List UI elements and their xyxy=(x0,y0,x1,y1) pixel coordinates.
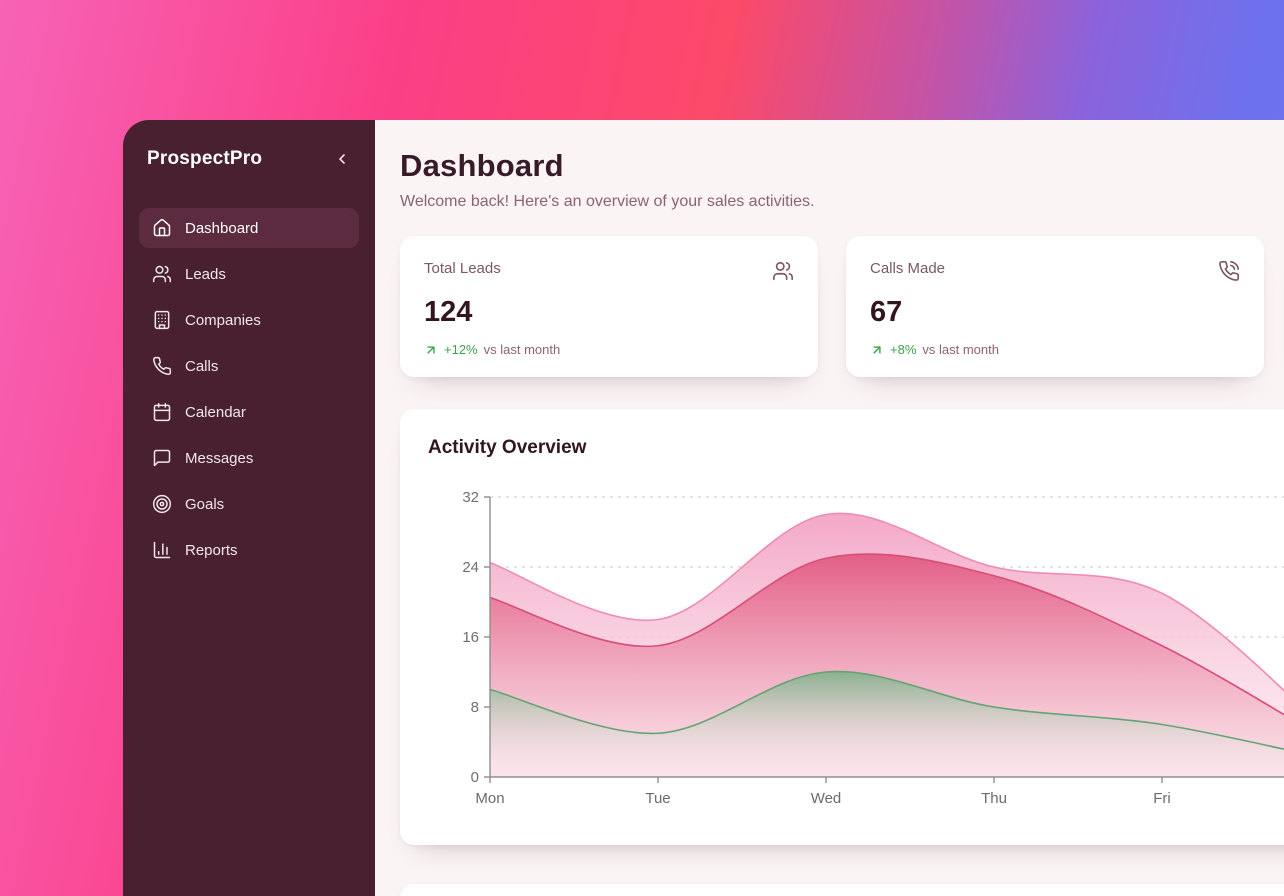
sidebar-item-goals[interactable]: Goals xyxy=(139,484,359,524)
page-title: Dashboard xyxy=(400,148,1284,184)
brand-name: ProspectPro xyxy=(147,148,262,170)
sidebar-item-calendar[interactable]: Calendar xyxy=(139,392,359,432)
sidebar-collapse-button[interactable] xyxy=(329,146,355,172)
sidebar-item-label: Messages xyxy=(185,450,253,467)
building-icon xyxy=(152,310,172,330)
bar-chart-icon xyxy=(152,540,172,560)
svg-text:16: 16 xyxy=(462,629,479,646)
phone-icon xyxy=(152,356,172,376)
svg-text:Tue: Tue xyxy=(645,790,670,807)
phone-call-icon xyxy=(1218,260,1240,287)
sidebar-item-dashboard[interactable]: Dashboard xyxy=(139,208,359,248)
stat-delta: +12% xyxy=(444,342,478,357)
sidebar-item-label: Goals xyxy=(185,496,224,513)
sidebar-item-label: Companies xyxy=(185,312,261,329)
svg-text:Thu: Thu xyxy=(981,790,1007,807)
arrow-up-right-icon xyxy=(424,343,438,357)
chart-title: Activity Overview xyxy=(428,437,1284,459)
sidebar: ProspectPro Dashboard Leads xyxy=(123,120,375,896)
svg-text:Fri: Fri xyxy=(1153,790,1171,807)
sidebar-item-leads[interactable]: Leads xyxy=(139,254,359,294)
sidebar-header: ProspectPro xyxy=(139,144,359,172)
svg-text:Wed: Wed xyxy=(811,790,842,807)
sidebar-item-messages[interactable]: Messages xyxy=(139,438,359,478)
target-icon xyxy=(152,494,172,514)
stat-label: Calls Made xyxy=(870,260,945,277)
sidebar-item-label: Dashboard xyxy=(185,220,258,237)
stat-delta-suffix: vs last month xyxy=(484,342,561,357)
sidebar-item-label: Leads xyxy=(185,266,226,283)
home-icon xyxy=(152,218,172,238)
svg-text:0: 0 xyxy=(471,769,479,786)
users-icon xyxy=(772,260,794,287)
sidebar-item-label: Calls xyxy=(185,358,218,375)
app-window: ProspectPro Dashboard Leads xyxy=(123,120,1284,896)
activity-overview-card: Activity Overview 0 8 16 24 32 Mon Tue Wed Thu Fr… xyxy=(400,409,1284,845)
sidebar-nav: Dashboard Leads Companies Calls xyxy=(139,208,359,570)
stat-card-total-leads: Total Leads 124 +12% vs last month xyxy=(400,236,818,377)
activity-chart-svg: 08162432MonTueWedThuFriSat xyxy=(428,477,1284,817)
users-icon xyxy=(152,264,172,284)
sidebar-item-calls[interactable]: Calls xyxy=(139,346,359,386)
chart-area: 08162432MonTueWedThuFriSat xyxy=(428,477,1284,817)
partial-bottom-card xyxy=(400,884,1284,896)
main-content: Dashboard Welcome back! Here's an overvi… xyxy=(375,120,1284,896)
sidebar-item-reports[interactable]: Reports xyxy=(139,530,359,570)
svg-text:32: 32 xyxy=(462,489,479,506)
page-subtitle: Welcome back! Here's an overview of your… xyxy=(400,193,1284,211)
stat-value: 67 xyxy=(870,296,1240,329)
svg-text:24: 24 xyxy=(462,559,479,576)
svg-text:8: 8 xyxy=(471,699,479,716)
svg-text:Mon: Mon xyxy=(475,790,504,807)
chevron-left-icon xyxy=(334,151,350,167)
arrow-up-right-icon xyxy=(870,343,884,357)
message-square-icon xyxy=(152,448,172,468)
stat-delta-suffix: vs last month xyxy=(922,342,999,357)
stat-delta: +8% xyxy=(890,342,916,357)
sidebar-item-label: Calendar xyxy=(185,404,246,421)
stat-value: 124 xyxy=(424,296,794,329)
stat-label: Total Leads xyxy=(424,260,501,277)
stats-row: Total Leads 124 +12% vs last month Calls xyxy=(400,236,1284,377)
sidebar-item-companies[interactable]: Companies xyxy=(139,300,359,340)
sidebar-item-label: Reports xyxy=(185,542,238,559)
calendar-icon xyxy=(152,402,172,422)
stat-card-calls-made: Calls Made 67 +8% vs last month xyxy=(846,236,1264,377)
